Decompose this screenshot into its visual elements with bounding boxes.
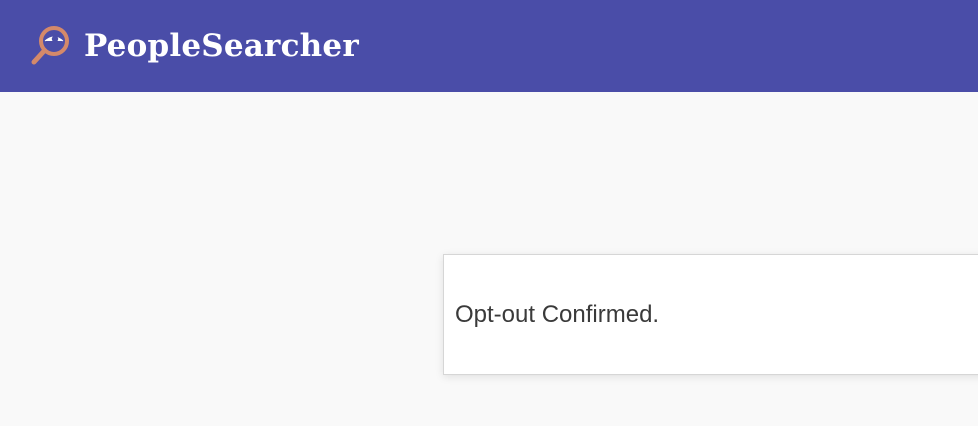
magnifying-glass-eye-icon xyxy=(31,26,69,65)
site-header: PeopleSearcher xyxy=(0,0,978,92)
brand-name: PeopleSearcher xyxy=(84,27,359,64)
main-content: Opt-out Confirmed. xyxy=(0,92,978,426)
brand-logo-link[interactable]: PeopleSearcher xyxy=(28,22,359,70)
confirmation-card: Opt-out Confirmed. xyxy=(443,254,978,375)
confirmation-message: Opt-out Confirmed. xyxy=(455,300,660,328)
